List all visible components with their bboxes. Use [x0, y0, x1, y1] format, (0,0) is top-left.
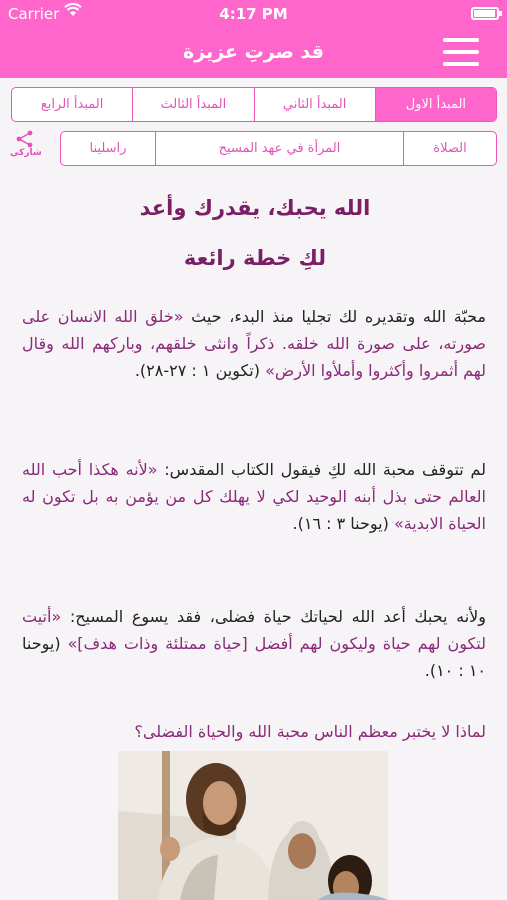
hamburger-menu-icon[interactable] [443, 36, 479, 68]
share-label: شاركي [10, 148, 42, 158]
paragraph-2-text: لم تتوقف محبة الله لكِ فيقول الكتاب المق… [157, 460, 487, 479]
nav-bar: قد صرتِ عزيزة [0, 28, 507, 78]
paragraph-2-ref: (يوحنا ٣ : ١٦). [292, 514, 394, 533]
main-heading-line-1: الله يحبك، يقدرك وأعد [139, 196, 371, 220]
paragraph-1-text: محبّة الله وتقديره لك تجليا منذ البدء، ح… [183, 307, 487, 326]
section-tabs: الصلاة المرأة في عهد المسيح راسلينا [60, 131, 497, 166]
status-bar: Carrier 4:17 PM [0, 0, 507, 28]
paragraph-3-text: ولأنه يحبك أعد الله لحياتك حياة فضلى، فق… [61, 607, 486, 626]
tab-principle-3[interactable]: المبدأ الثالث [132, 88, 253, 121]
share-button[interactable]: شاركي [10, 130, 42, 168]
share-icon [16, 130, 33, 148]
main-heading-line-2: لكِ خطة رائعة [183, 246, 327, 270]
battery-icon [471, 7, 502, 20]
paragraph-2: لم تتوقف محبة الله لكِ فيقول الكتاب المق… [22, 456, 486, 537]
question-heading: لماذا لا يختبر معظم الناس محبة الله والح… [134, 722, 486, 741]
tab-prayer[interactable]: الصلاة [403, 132, 496, 165]
tab-principle-1[interactable]: المبدأ الاول [374, 88, 496, 121]
page-title: قد صرتِ عزيزة [183, 41, 324, 63]
tab-principle-4[interactable]: المبدأ الرابع [12, 88, 132, 121]
paragraph-3: ولأنه يحبك أعد الله لحياتك حياة فضلى، فق… [22, 603, 486, 684]
principle-tabs: المبدأ الاول المبدأ الثاني المبدأ الثالث… [11, 87, 497, 122]
tab-principle-2[interactable]: المبدأ الثاني [253, 88, 375, 121]
tab-women-in-christ-era[interactable]: المرأة في عهد المسيح [155, 132, 403, 165]
tab-contact-us[interactable]: راسلينا [61, 132, 155, 165]
paragraph-1-ref: (تكوين ١ : ٢٧-٢٨). [134, 361, 266, 380]
paragraph-1: محبّة الله وتقديره لك تجليا منذ البدء، ح… [22, 303, 486, 384]
status-time: 4:17 PM [219, 5, 288, 23]
jesus-with-women-image [118, 751, 388, 900]
